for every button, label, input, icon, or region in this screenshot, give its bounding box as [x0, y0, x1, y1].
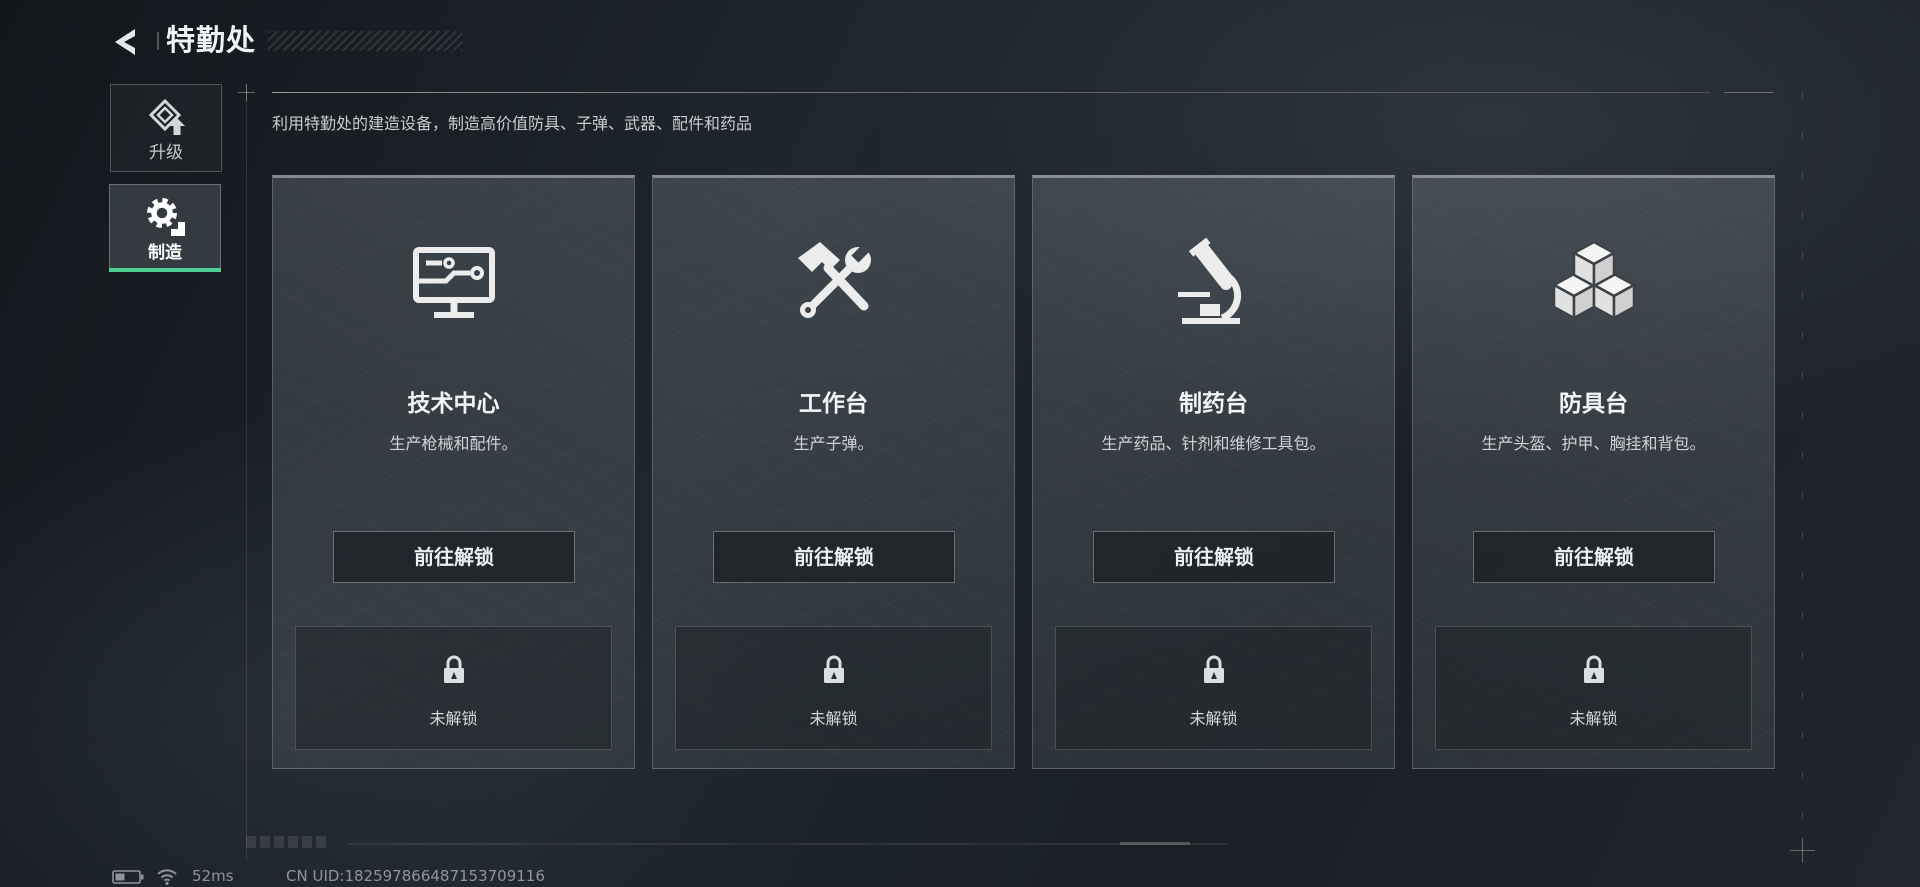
unlock-button[interactable]: 前往解锁	[333, 531, 575, 583]
title-hatch-decoration	[268, 31, 463, 51]
locked-slot: 未解锁	[1055, 626, 1372, 750]
card-title: 技术中心	[407, 391, 500, 417]
card-description: 生产药品、针剂和维修工具包。	[1101, 434, 1326, 453]
page-title: 特勤处	[166, 23, 257, 57]
locked-slot: 未解锁	[295, 626, 612, 750]
crosshair-decoration	[246, 84, 247, 101]
facility-card-pharmacy[interactable]: 制药台 生产药品、针剂和维修工具包。 前往解锁 未解锁	[1032, 175, 1395, 769]
bottom-decoration	[1120, 842, 1190, 845]
lock-icon	[1584, 655, 1604, 683]
sidebar-item-label: 升级	[149, 143, 183, 163]
active-tab-indicator	[109, 268, 221, 272]
card-title: 防具台	[1559, 391, 1628, 417]
microscope-icon	[1178, 237, 1242, 324]
user-uid: CN UID:182597866487153709116	[286, 867, 545, 885]
bottom-decoration	[246, 836, 326, 848]
crosshair-decoration	[1802, 838, 1803, 863]
title-divider	[157, 32, 159, 50]
cubes-icon	[1552, 240, 1636, 320]
upgrade-icon	[148, 98, 185, 135]
lock-icon	[444, 655, 464, 683]
back-button[interactable]	[110, 24, 146, 60]
sidebar-item-upgrade[interactable]: 升级	[110, 84, 222, 172]
card-description: 生产头盔、护甲、胸挂和背包。	[1481, 434, 1706, 453]
locked-slot: 未解锁	[1435, 626, 1752, 750]
back-arrow-icon	[115, 29, 135, 55]
sidebar-item-craft[interactable]: 制造	[109, 184, 221, 272]
card-title: 工作台	[799, 391, 868, 417]
card-description: 生产子弹。	[793, 434, 874, 453]
facility-card-armor-bench[interactable]: 防具台 生产头盔、护甲、胸挂和背包。 前往解锁 未解锁	[1412, 175, 1775, 769]
right-edge-decoration	[1802, 92, 1803, 850]
facility-card-tech-center[interactable]: 技术中心 生产枪械和配件。 前往解锁 未解锁	[272, 175, 635, 769]
unlock-button[interactable]: 前往解锁	[1473, 531, 1715, 583]
card-title: 制药台	[1179, 391, 1248, 417]
wifi-icon	[157, 869, 177, 886]
hammer-wrench-icon	[798, 242, 871, 318]
locked-status: 未解锁	[429, 709, 478, 728]
header-rule-end	[1724, 92, 1774, 93]
facility-card-workbench[interactable]: 工作台 生产子弹。 前往解锁 未解锁	[652, 175, 1015, 769]
ping-readout: 52ms	[192, 867, 234, 885]
locked-slot: 未解锁	[675, 626, 992, 750]
bottom-decoration	[348, 843, 1228, 845]
locked-status: 未解锁	[1569, 709, 1618, 728]
locked-status: 未解锁	[1189, 709, 1238, 728]
monitor-icon	[413, 247, 495, 318]
sidebar-divider	[246, 84, 247, 860]
gears-icon	[147, 198, 185, 236]
unlock-button[interactable]: 前往解锁	[713, 531, 955, 583]
card-description: 生产枪械和配件。	[389, 434, 518, 453]
lock-icon	[1204, 655, 1224, 683]
header-rule	[272, 92, 1710, 93]
lock-icon	[824, 655, 844, 683]
sidebar-item-label: 制造	[148, 243, 182, 263]
page-subtitle: 利用特勤处的建造设备，制造高价值防具、子弹、武器、配件和药品	[272, 114, 753, 133]
locked-status: 未解锁	[809, 709, 858, 728]
unlock-button[interactable]: 前往解锁	[1093, 531, 1335, 583]
battery-icon	[112, 870, 144, 884]
